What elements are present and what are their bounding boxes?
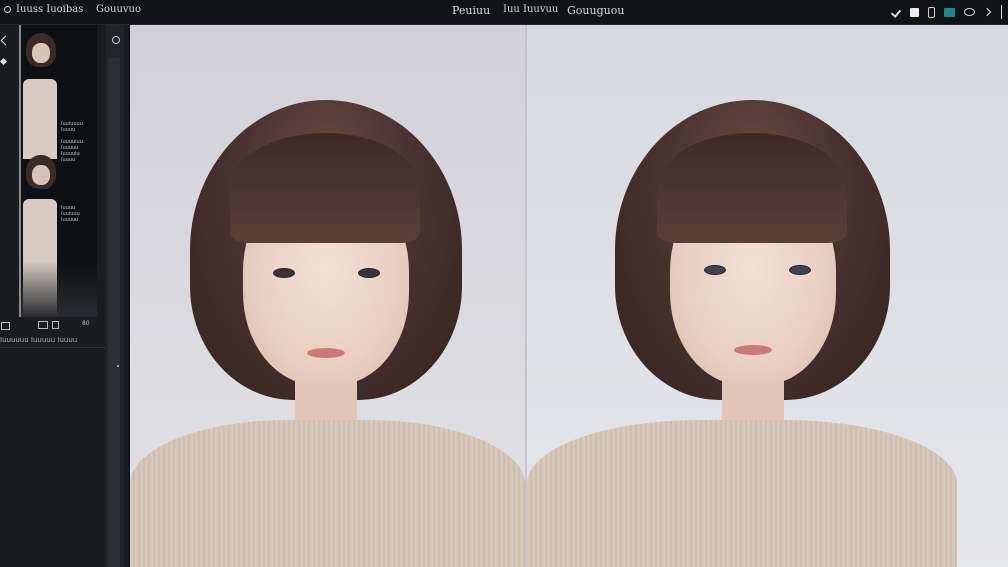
eye-right [789,265,811,275]
eye-left [273,268,295,278]
portrait-sweater [527,420,957,567]
eye-left [704,265,726,275]
diamond-icon[interactable] [0,57,8,66]
file-icon[interactable] [52,321,59,329]
divider-icon [1000,5,1002,19]
tab-center-3[interactable]: Gouuguou [567,4,624,17]
grid-icon[interactable] [1,322,10,330]
sidebar: Iuuiuuuu Iuuuu Iuuuuiuu Iuuuuu Iuuuuiu I… [0,25,128,567]
thumbnail-footer: 80 [0,318,98,336]
topbar-right-icons [892,4,1002,20]
sidebar-caption: Iuuuuuu Iuuuuu Iuuuu [0,336,78,344]
chevron-right-icon[interactable] [984,8,992,16]
page-count: 80 [82,320,90,327]
teal-tile-icon[interactable] [943,7,955,17]
app-circle-icon[interactable] [4,6,11,13]
image-icon[interactable] [38,321,48,329]
check-icon[interactable] [892,8,901,17]
app-title: Iuuss Iuoibas [16,4,84,15]
lips [307,348,345,358]
eye-icon[interactable] [963,8,975,16]
back-chevron-icon[interactable] [0,37,8,45]
thumbnail-text-2: Iuuuu Iuuiuuu Iuuuuu [61,205,80,223]
scroll-marker-icon [117,365,119,367]
lips [734,345,772,355]
settings-circle-icon[interactable] [112,36,120,44]
scrollbar-thumb[interactable] [108,58,120,567]
phone-icon[interactable] [927,6,935,18]
tab-center-2[interactable]: Iuu Iuuvuu [503,4,558,15]
image-pane-original[interactable] [130,25,525,567]
image-pane-result[interactable] [527,25,1008,567]
eye-right [358,268,380,278]
square-icon[interactable] [909,7,919,17]
thumbnail-text-1: Iuuiuuuu Iuuuu Iuuuuiuu Iuuuuu Iuuuuiu I… [61,121,83,163]
thumbnail-card[interactable]: Iuuiuuuu Iuuuu Iuuuuiuu Iuuuuu Iuuuuiu I… [19,25,97,317]
menu-item[interactable]: Gouuvuo [96,4,141,15]
tab-center-1[interactable]: Peuiuu [452,4,490,17]
portrait-sweater [130,420,525,567]
top-bar: Iuuss Iuoibas Gouuvuo Peuiuu Iuu Iuuvuu … [0,0,1008,25]
